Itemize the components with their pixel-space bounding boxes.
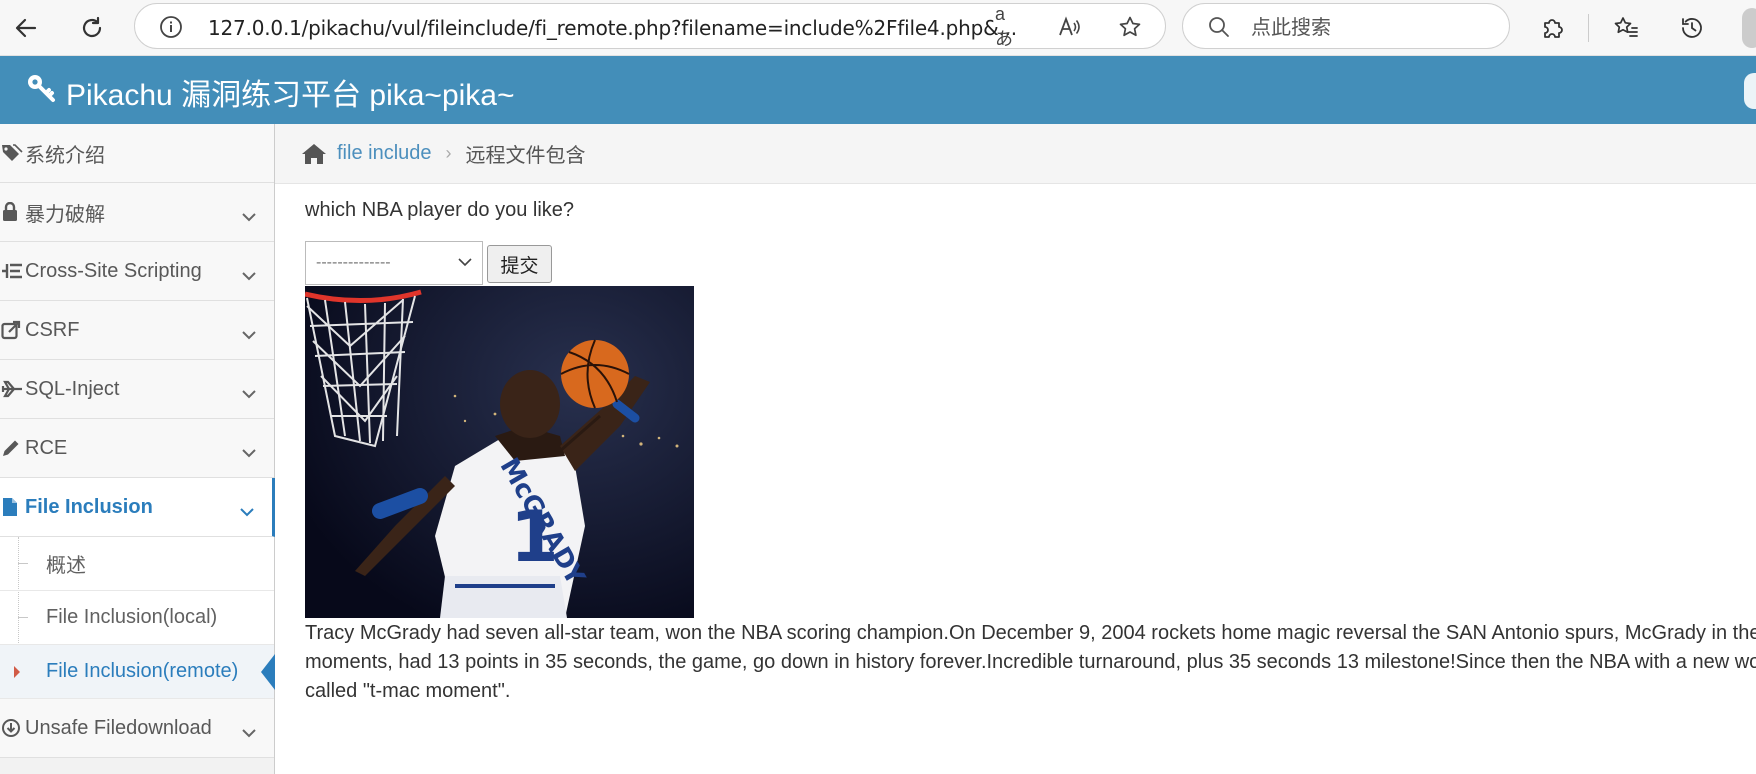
reload-icon[interactable]	[74, 10, 110, 46]
site-info-icon[interactable]	[159, 15, 183, 44]
description-line: Tracy McGrady had seven all-star team, w…	[305, 622, 1756, 644]
file-icon	[0, 497, 25, 517]
favorites-list-icon[interactable]	[1608, 10, 1644, 46]
sidebar: 系统介绍 暴力破解 Cross-Site Scripting CSRF SQL-…	[0, 124, 275, 774]
player-photo: McGRADY 1	[305, 286, 694, 618]
list-icon	[0, 261, 25, 281]
question-label: which NBA player do you like?	[305, 199, 575, 221]
search-box[interactable]	[1182, 3, 1510, 49]
profile-avatar[interactable]	[1742, 8, 1756, 48]
history-icon[interactable]	[1674, 10, 1710, 46]
plane-icon	[0, 379, 25, 399]
sidebar-item-rce[interactable]: RCE	[0, 419, 274, 478]
app-title[interactable]: Pikachu 漏洞练习平台 pika~pika~	[26, 70, 515, 114]
extensions-icon[interactable]	[1534, 10, 1570, 46]
share-icon	[0, 320, 25, 340]
lock-icon	[0, 202, 25, 222]
url-text: 127.0.0.1/pikachu/vul/fileinclude/fi_rem…	[208, 16, 1017, 40]
description-line: moments, had 13 points in 35 seconds, th…	[305, 651, 1756, 673]
chevron-down-icon	[242, 382, 256, 405]
file-inclusion-submenu: 概述 File Inclusion(local) File Inclusion(…	[0, 537, 275, 699]
chevron-down-icon	[242, 323, 256, 346]
translate-icon[interactable]: aあ	[995, 4, 1021, 49]
breadcrumb-current: 远程文件包含	[465, 145, 586, 167]
sidebar-item-sqli[interactable]: SQL-Inject	[0, 360, 274, 419]
sidebar-item-bruteforce[interactable]: 暴力破解	[0, 183, 274, 242]
favorite-star-icon[interactable]	[1117, 14, 1143, 40]
breadcrumb-separator: ›	[445, 143, 452, 163]
breadcrumb: file include › 远程文件包含	[275, 124, 1756, 184]
submit-button[interactable]: 提交	[487, 245, 552, 283]
home-icon[interactable]	[301, 143, 327, 165]
submenu-item-fi-local[interactable]: File Inclusion(local)	[0, 591, 274, 645]
chevron-down-icon	[240, 500, 254, 523]
sidebar-item-intro[interactable]: 系统介绍	[0, 124, 274, 183]
download-icon	[0, 718, 25, 738]
chevron-down-icon	[242, 264, 256, 287]
pencil-icon	[0, 438, 25, 458]
read-aloud-icon[interactable]	[1056, 14, 1082, 40]
key-icon	[26, 73, 56, 111]
chevron-down-icon	[242, 721, 256, 744]
app-header: Pikachu 漏洞练习平台 pika~pika~	[0, 56, 1756, 124]
svg-text:1: 1	[510, 496, 559, 578]
player-select[interactable]: --------------	[305, 241, 483, 285]
chevron-down-icon	[458, 254, 472, 272]
submenu-item-overview[interactable]: 概述	[0, 537, 274, 591]
address-bar[interactable]: 127.0.0.1/pikachu/vul/fileinclude/fi_rem…	[134, 3, 1166, 49]
app-title-text: Pikachu 漏洞练习平台 pika~pika~	[66, 79, 515, 112]
sidebar-item-file-inclusion[interactable]: File Inclusion	[0, 478, 275, 537]
browser-toolbar: 127.0.0.1/pikachu/vul/fileinclude/fi_rem…	[0, 0, 1756, 56]
player-description: Tracy McGrady had seven all-star team, w…	[305, 619, 1756, 709]
tag-icon	[0, 143, 25, 163]
sidebar-item-unsafe-filedownload[interactable]: Unsafe Filedownload	[0, 699, 274, 758]
back-arrow-icon[interactable]	[8, 10, 44, 46]
description-line: called "t-mac moment".	[305, 680, 511, 702]
breadcrumb-link-file-include[interactable]: file include	[337, 142, 432, 165]
search-icon	[1207, 15, 1231, 44]
chevron-down-icon	[242, 441, 256, 464]
user-avatar[interactable]	[1744, 73, 1756, 109]
caret-right-icon	[14, 666, 20, 678]
sidebar-item-xss[interactable]: Cross-Site Scripting	[0, 242, 274, 301]
player-select-value: --------------	[316, 254, 391, 271]
search-input[interactable]	[1251, 13, 1491, 41]
submenu-item-fi-remote[interactable]: File Inclusion(remote)	[0, 645, 275, 699]
toolbar-separator	[1588, 14, 1589, 42]
chevron-down-icon	[242, 205, 256, 228]
sidebar-item-csrf[interactable]: CSRF	[0, 301, 274, 360]
active-pointer	[261, 654, 275, 690]
